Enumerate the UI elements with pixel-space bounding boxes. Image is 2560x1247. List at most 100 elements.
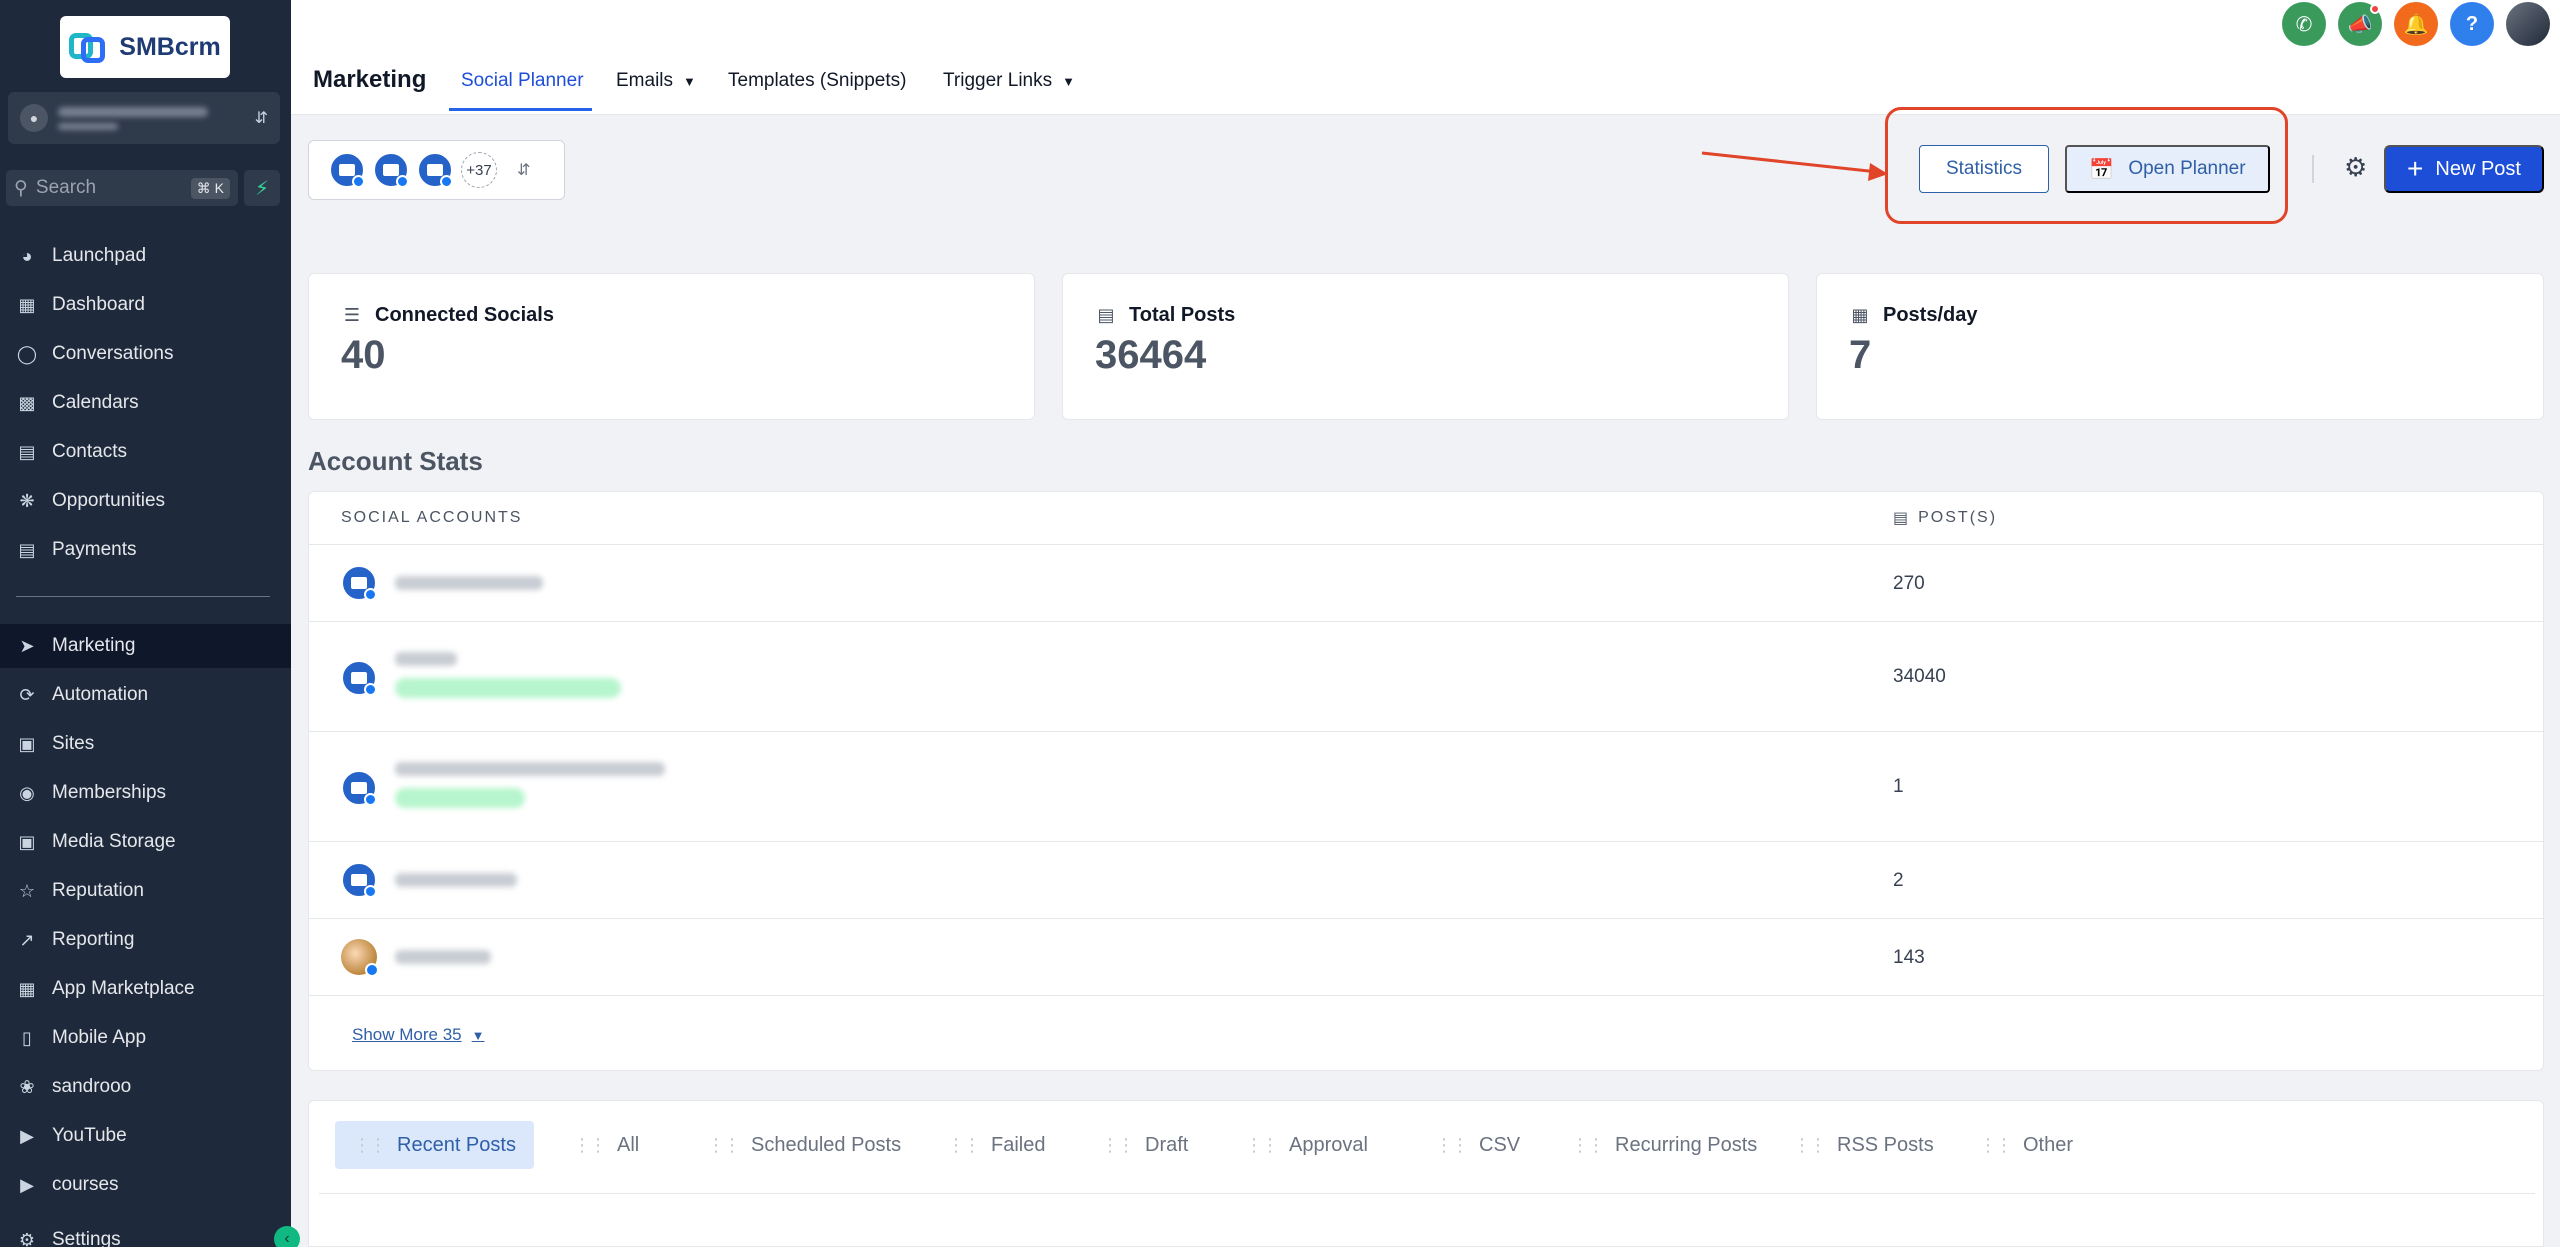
bell-icon[interactable]: 🔔 (2394, 2, 2438, 46)
server-icon: ▤ (1097, 305, 1115, 325)
sidebar-item-payments[interactable]: ▤ Payments (0, 528, 291, 572)
card-value: 36464 (1095, 333, 1207, 377)
sidebar-item-settings[interactable]: ⚙ Settings (0, 1218, 291, 1247)
sidebar-item-mobile-app[interactable]: ▯ Mobile App (0, 1016, 291, 1060)
sidebar-item-reputation[interactable]: ☆ Reputation (0, 869, 291, 913)
account-name-blurred (395, 950, 491, 964)
user-avatar[interactable] (2506, 2, 2550, 46)
apps-icon: ▦ (18, 978, 36, 999)
collapse-sidebar-chevron-icon[interactable]: ‹ (274, 1226, 300, 1247)
sidebar-item-label: YouTube (52, 1125, 127, 1146)
youtube-icon: ▶ (20, 1125, 34, 1146)
drag-handle-icon: ⋮⋮ (573, 1134, 607, 1155)
custom-link-icon: ❀ (19, 1076, 35, 1097)
tab-all[interactable]: ⋮⋮ All (555, 1121, 657, 1169)
sidebar-item-app-marketplace[interactable]: ▦ App Marketplace (0, 967, 291, 1011)
sidebar-item-label: Memberships (52, 782, 167, 803)
tab-label: Draft (1145, 1133, 1189, 1156)
sidebar-item-opportunities[interactable]: ❋ Opportunities (0, 479, 291, 523)
sidebar-item-courses[interactable]: ▶ courses (0, 1163, 291, 1207)
sidebar-item-sites[interactable]: ▣ Sites (0, 722, 291, 766)
tab-csv[interactable]: ⋮⋮ CSV (1417, 1121, 1538, 1169)
sidebar-item-reporting[interactable]: ↗ Reporting (0, 918, 291, 962)
table-row[interactable]: 34040 (309, 622, 2543, 732)
more-accounts-count: +37 (461, 152, 497, 188)
tab-rss-posts[interactable]: ⋮⋮ RSS Posts (1775, 1121, 1952, 1169)
trend-icon: ↗ (19, 929, 35, 950)
sidebar-item-label: Payments (52, 539, 137, 560)
tab-other[interactable]: ⋮⋮ Other (1961, 1121, 2091, 1169)
tab-label: Other (2023, 1133, 2074, 1156)
search-shortcut: ⌘ K (190, 177, 230, 199)
gear-icon[interactable]: ⚙ (2344, 152, 2367, 183)
post-count: 34040 (1893, 666, 1946, 687)
sidebar-item-launchpad[interactable]: ◕ Launchpad (0, 234, 291, 278)
social-account-icon (341, 660, 377, 696)
sidebar-item-label: Automation (52, 684, 149, 705)
chevron-down-icon: ▼ (1062, 73, 1075, 89)
table-row[interactable]: 270 (309, 545, 2543, 622)
brand-logo[interactable]: SMBcrm (60, 16, 230, 78)
nav-divider (16, 596, 270, 597)
show-more-link[interactable]: Show More 35 ▼ (352, 1025, 485, 1045)
tab-social-planner[interactable]: Social Planner (461, 70, 584, 92)
phone-icon[interactable]: ✆ (2282, 2, 2326, 46)
drag-handle-icon: ⋮⋮ (1101, 1134, 1135, 1155)
open-planner-label: Open Planner (2128, 158, 2246, 179)
tab-templates[interactable]: Templates (Snippets) (728, 70, 906, 92)
social-account-icon (341, 862, 377, 898)
new-post-button[interactable]: + New Post (2384, 145, 2544, 193)
drag-handle-icon: ⋮⋮ (707, 1134, 741, 1155)
sidebar-item-dashboard[interactable]: ▦ Dashboard (0, 283, 291, 327)
tab-label: Recurring Posts (1615, 1133, 1758, 1156)
table-row[interactable]: 2 (309, 842, 2543, 919)
calendar-icon: ▩ (18, 392, 36, 413)
tab-recurring-posts[interactable]: ⋮⋮ Recurring Posts (1553, 1121, 1775, 1169)
social-account-selector[interactable]: +37 ⇵ (308, 140, 565, 200)
post-count: 1 (1893, 776, 1904, 797)
sidebar-item-automation[interactable]: ⟳ Automation (0, 673, 291, 717)
megaphone-icon[interactable]: 📣 (2338, 2, 2382, 46)
tab-scheduled-posts[interactable]: ⋮⋮ Scheduled Posts (689, 1121, 919, 1169)
table-row[interactable]: 1 (309, 732, 2543, 842)
open-planner-button[interactable]: 📅 Open Planner (2065, 145, 2270, 193)
tab-emails[interactable]: Emails ▼ (616, 70, 696, 92)
tab-failed[interactable]: ⋮⋮ Failed (929, 1121, 1063, 1169)
sidebar-item-label: Conversations (52, 343, 174, 364)
help-icon[interactable]: ? (2450, 2, 2494, 46)
automation-icon: ⟳ (19, 684, 35, 705)
sidebar-item-label: Reputation (52, 880, 144, 901)
sidebar-item-calendars[interactable]: ▩ Calendars (0, 381, 291, 425)
brand-name: SMBcrm (119, 32, 221, 61)
chevron-down-icon: ▼ (471, 1027, 485, 1043)
send-icon: ➤ (19, 635, 35, 656)
tab-trigger-links[interactable]: Trigger Links ▼ (943, 70, 1075, 92)
post-tabs-panel: ⋮⋮ Recent Posts ⋮⋮ All ⋮⋮ Scheduled Posts ⋮… (308, 1100, 2544, 1247)
tab-recent-posts[interactable]: ⋮⋮ Recent Posts (335, 1121, 534, 1169)
sidebar-item-marketing[interactable]: ➤ Marketing (0, 624, 291, 668)
search-input[interactable]: ⚲ Search ⌘ K (6, 170, 238, 206)
sidebar-item-youtube[interactable]: ▶ YouTube (0, 1114, 291, 1158)
calendar-icon: 📅 (2089, 158, 2115, 181)
account-switcher[interactable]: ● ⇵ (8, 92, 280, 144)
sidebar-item-media-storage[interactable]: ▣ Media Storage (0, 820, 291, 864)
account-name-blurred (395, 652, 621, 698)
quick-action-bolt-icon[interactable]: ⚡ (244, 170, 280, 206)
sidebar-item-label: Dashboard (52, 294, 145, 315)
account-name-blurred (395, 762, 665, 808)
sidebar-item-memberships[interactable]: ◉ Memberships (0, 771, 291, 815)
sidebar-item-conversations[interactable]: ◯ Conversations (0, 332, 291, 376)
sidebar-item-label: Opportunities (52, 490, 166, 511)
search-icon: ⚲ (14, 177, 28, 199)
card-label: Posts/day (1883, 304, 1978, 326)
tab-draft[interactable]: ⋮⋮ Draft (1083, 1121, 1206, 1169)
sidebar-item-sandrooo[interactable]: ❀ sandrooo (0, 1065, 291, 1109)
dashboard-icon: ▦ (18, 294, 36, 315)
sidebar-item-contacts[interactable]: ▤ Contacts (0, 430, 291, 474)
server-icon: ▤ (1893, 510, 1909, 527)
tab-approval[interactable]: ⋮⋮ Approval (1227, 1121, 1386, 1169)
table-row[interactable]: 143 (309, 919, 2543, 996)
sidebar: SMBcrm ● ⇵ ⚲ Search ⌘ K ⚡ ◕ Launchpad ▦ Das… (0, 0, 300, 1247)
drag-handle-icon: ⋮⋮ (1979, 1134, 2013, 1155)
statistics-button[interactable]: Statistics (1919, 145, 2049, 193)
